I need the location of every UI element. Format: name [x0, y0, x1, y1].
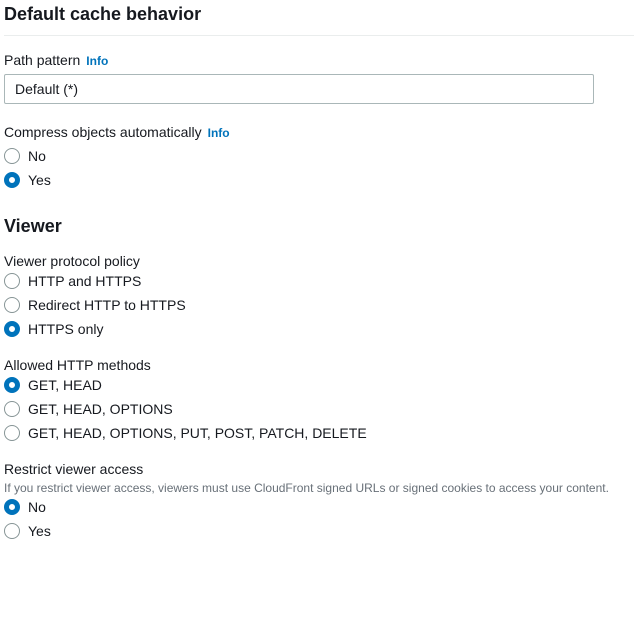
methods-option-all[interactable]: GET, HEAD, OPTIONS, PUT, POST, PATCH, DE…: [4, 425, 634, 441]
radio-label: Yes: [28, 523, 51, 539]
restrict-option-yes[interactable]: Yes: [4, 523, 634, 539]
radio-label: No: [28, 148, 46, 164]
radio-label: GET, HEAD, OPTIONS: [28, 401, 173, 417]
protocol-option-http-and-https[interactable]: HTTP and HTTPS: [4, 273, 634, 289]
section-title: Default cache behavior: [4, 4, 634, 36]
protocol-option-https-only[interactable]: HTTPS only: [4, 321, 634, 337]
compress-info-link[interactable]: Info: [208, 126, 230, 140]
radio-icon: [4, 273, 20, 289]
path-pattern-field: Path pattern Info: [4, 52, 634, 104]
http-methods-label: Allowed HTTP methods: [4, 357, 634, 373]
compress-option-yes[interactable]: Yes: [4, 172, 634, 188]
protocol-option-redirect[interactable]: Redirect HTTP to HTTPS: [4, 297, 634, 313]
restrict-access-help: If you restrict viewer access, viewers m…: [4, 481, 634, 495]
compress-field: Compress objects automatically Info No Y…: [4, 124, 634, 188]
radio-label: No: [28, 499, 46, 515]
compress-label: Compress objects automatically: [4, 124, 202, 140]
radio-label: HTTP and HTTPS: [28, 273, 141, 289]
protocol-policy-label: Viewer protocol policy: [4, 253, 634, 269]
radio-label: GET, HEAD: [28, 377, 102, 393]
radio-label: Redirect HTTP to HTTPS: [28, 297, 186, 313]
radio-icon: [4, 321, 20, 337]
radio-label: HTTPS only: [28, 321, 103, 337]
path-pattern-label: Path pattern: [4, 52, 80, 68]
viewer-section-title: Viewer: [4, 216, 634, 237]
radio-icon: [4, 499, 20, 515]
radio-icon: [4, 297, 20, 313]
compress-option-no[interactable]: No: [4, 148, 634, 164]
methods-option-get-head[interactable]: GET, HEAD: [4, 377, 634, 393]
radio-icon: [4, 172, 20, 188]
path-pattern-info-link[interactable]: Info: [86, 54, 108, 68]
restrict-access-field: Restrict viewer access If you restrict v…: [4, 461, 634, 539]
radio-icon: [4, 425, 20, 441]
radio-label: Yes: [28, 172, 51, 188]
radio-label: GET, HEAD, OPTIONS, PUT, POST, PATCH, DE…: [28, 425, 367, 441]
methods-option-get-head-options[interactable]: GET, HEAD, OPTIONS: [4, 401, 634, 417]
path-pattern-input[interactable]: [4, 74, 594, 104]
radio-icon: [4, 401, 20, 417]
restrict-option-no[interactable]: No: [4, 499, 634, 515]
http-methods-field: Allowed HTTP methods GET, HEAD GET, HEAD…: [4, 357, 634, 441]
protocol-policy-field: Viewer protocol policy HTTP and HTTPS Re…: [4, 253, 634, 337]
restrict-access-label: Restrict viewer access: [4, 461, 634, 477]
radio-icon: [4, 377, 20, 393]
radio-icon: [4, 523, 20, 539]
radio-icon: [4, 148, 20, 164]
